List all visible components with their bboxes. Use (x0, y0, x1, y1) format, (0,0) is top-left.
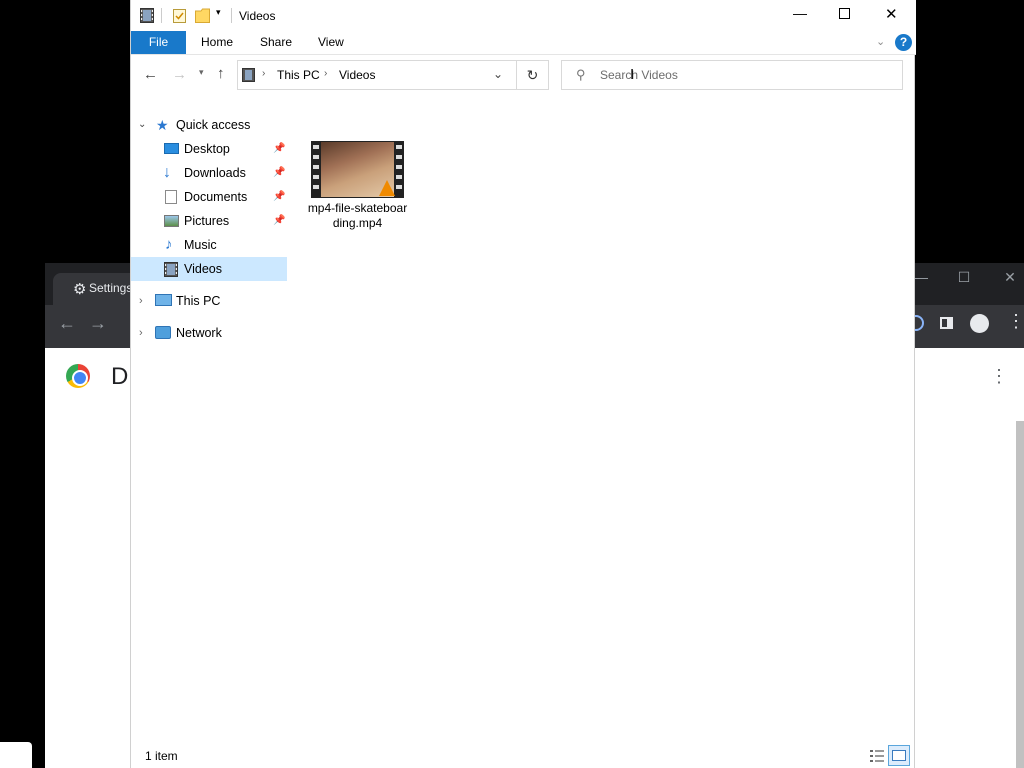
nav-item-music[interactable]: ♪ Music (131, 233, 287, 257)
picture-icon (164, 215, 179, 227)
refresh-button[interactable]: ↻ (516, 60, 549, 90)
file-explorer-window: ▾ Videos — ✕ File Home Share View ⌄ ? ← … (130, 0, 916, 768)
back-arrow-icon[interactable]: ← (143, 66, 158, 83)
large-icons-view-icon[interactable] (888, 745, 910, 766)
close-icon[interactable]: ✕ (1000, 269, 1020, 286)
file-item[interactable]: mp4-file-skateboarding.mp4 (306, 140, 409, 235)
address-bar[interactable]: › This PC › Videos ⌄ (237, 60, 549, 90)
gear-icon: ⚙ (73, 281, 87, 298)
refresh-icon: ↻ (526, 67, 539, 83)
nav-label-desktop: Desktop (184, 142, 230, 156)
video-icon (164, 262, 178, 277)
text-cursor-icon: I (630, 66, 635, 83)
nav-label-downloads: Downloads (184, 166, 246, 180)
breadcrumb-this-pc[interactable]: This PC (277, 68, 320, 82)
help-icon[interactable]: ? (895, 34, 912, 51)
divider (231, 8, 232, 23)
close-icon[interactable]: ✕ (885, 5, 898, 23)
properties-icon[interactable] (173, 8, 186, 23)
item-count: 1 item (145, 749, 178, 763)
navigation-bar: ← → ▾ ↑ › This PC › Videos ⌄ ↻ ⚲ I (131, 56, 916, 96)
page-menu-dots-icon[interactable]: ⋮ (990, 366, 1008, 387)
pin-icon[interactable]: 📌 (273, 161, 285, 185)
nav-label-videos: Videos (184, 262, 222, 276)
new-folder-icon[interactable] (195, 8, 210, 23)
recent-locations-icon[interactable]: ▾ (199, 67, 204, 78)
minimize-icon[interactable]: — (793, 5, 807, 21)
details-view-icon[interactable] (869, 748, 885, 764)
pin-icon[interactable]: 📌 (273, 209, 285, 233)
nav-label-documents: Documents (184, 190, 248, 204)
background-window-fragment (0, 742, 32, 768)
nav-label-quick-access: Quick access (176, 118, 251, 132)
search-input[interactable] (600, 67, 890, 83)
chevron-down-icon[interactable]: ⌄ (493, 67, 503, 81)
file-name: mp4-file-skateboarding.mp4 (307, 201, 408, 230)
nav-item-videos[interactable]: Videos (131, 257, 287, 281)
forward-arrow-icon[interactable]: → (172, 66, 187, 83)
chrome-scrollbar[interactable] (1016, 421, 1024, 768)
window-title: Videos (239, 9, 276, 23)
up-arrow-icon[interactable]: ↑ (217, 65, 225, 82)
star-icon: ★ (156, 117, 169, 133)
chevron-right-icon[interactable]: › (324, 68, 327, 79)
menu-dots-icon[interactable]: ⋮ (1007, 311, 1024, 332)
nav-item-documents[interactable]: Documents 📌 (131, 185, 287, 209)
navigation-pane: ⌄ ★ Quick access Desktop 📌 ↓ Downloads 📌… (131, 110, 291, 350)
nav-item-desktop[interactable]: Desktop 📌 (131, 137, 287, 161)
nav-item-pictures[interactable]: Pictures 📌 (131, 209, 287, 233)
tab-share[interactable]: Share (260, 31, 292, 54)
status-bar: 1 item (131, 744, 916, 768)
tab-home[interactable]: Home (201, 31, 233, 54)
tab-view[interactable]: View (318, 31, 344, 54)
maximize-icon[interactable]: ☐ (954, 269, 974, 286)
chrome-tab-title: Settings (89, 281, 133, 295)
nav-item-downloads[interactable]: ↓ Downloads 📌 (131, 161, 287, 185)
document-icon (165, 190, 177, 204)
network-icon (155, 326, 171, 339)
chevron-right-icon[interactable]: › (262, 68, 265, 79)
profile-icon[interactable] (970, 314, 989, 333)
divider (161, 8, 162, 23)
nav-label-music: Music (184, 238, 217, 252)
computer-icon (155, 294, 172, 306)
chevron-right-icon[interactable]: › (139, 289, 143, 313)
desktop-icon (164, 143, 179, 154)
download-arrow-icon: ↓ (163, 164, 171, 181)
nav-label-pictures: Pictures (184, 214, 230, 228)
music-note-icon: ♪ (165, 236, 173, 253)
chevron-down-icon[interactable]: ⌄ (138, 113, 146, 137)
vlc-icon (379, 180, 395, 196)
video-folder-icon (140, 8, 154, 23)
side-panel-icon[interactable] (940, 317, 953, 329)
chevron-right-icon[interactable]: › (139, 321, 143, 345)
quick-access-dropdown-icon[interactable]: ▾ (216, 7, 221, 18)
search-box[interactable]: ⚲ I (561, 60, 903, 90)
breadcrumb-videos[interactable]: Videos (339, 68, 375, 82)
nav-quick-access[interactable]: ⌄ ★ Quick access (131, 113, 291, 137)
tab-file[interactable]: File (131, 31, 186, 54)
nav-label-network: Network (176, 326, 222, 340)
search-icon: ⚲ (576, 67, 586, 82)
nav-label-this-pc: This PC (176, 294, 221, 308)
video-folder-icon (242, 68, 255, 82)
ribbon-expand-icon[interactable]: ⌄ (876, 35, 885, 48)
pin-icon[interactable]: 📌 (273, 185, 285, 209)
pin-icon[interactable]: 📌 (273, 137, 285, 161)
ribbon-tabs: File Home Share View ⌄ ? (131, 31, 916, 55)
back-arrow-icon[interactable]: ← (58, 313, 76, 334)
chrome-logo-icon (66, 364, 90, 388)
nav-this-pc[interactable]: › This PC (131, 289, 291, 313)
explorer-titlebar: ▾ Videos — ✕ (131, 0, 916, 31)
chrome-page-heading: D (111, 363, 129, 390)
maximize-icon[interactable] (839, 8, 850, 19)
forward-arrow-icon[interactable]: → (89, 313, 107, 334)
nav-network[interactable]: › Network (131, 321, 291, 345)
